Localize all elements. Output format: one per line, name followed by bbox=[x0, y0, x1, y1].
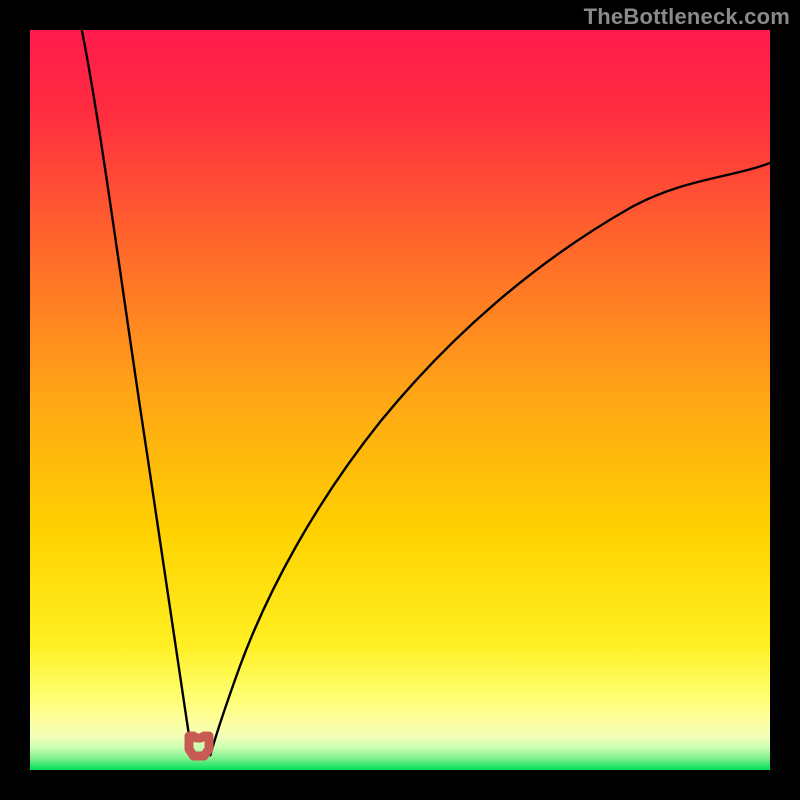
watermark-text: TheBottleneck.com bbox=[584, 4, 790, 30]
chart-frame: TheBottleneck.com bbox=[0, 0, 800, 800]
bottleneck-plot bbox=[30, 30, 770, 770]
